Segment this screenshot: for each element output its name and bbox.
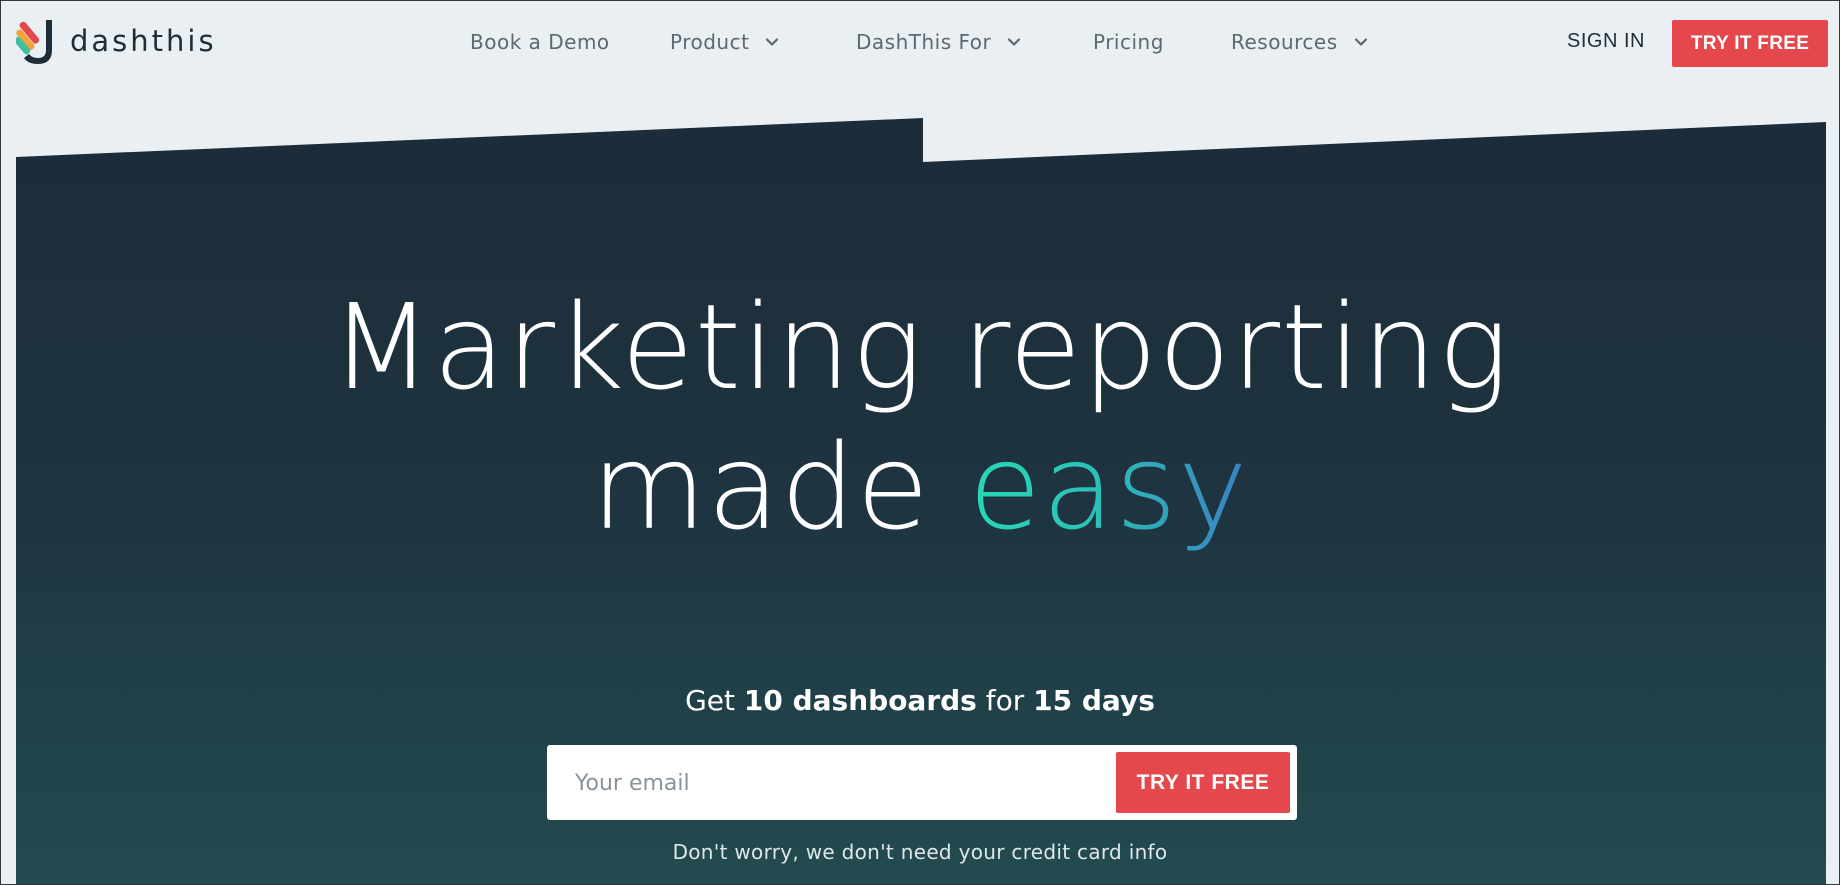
nav-product-label: Product bbox=[670, 30, 750, 54]
offer-days: 15 days bbox=[1033, 684, 1155, 717]
nav-pricing[interactable]: Pricing bbox=[1093, 30, 1164, 54]
offer-middle: for bbox=[976, 684, 1034, 717]
offer-text: Get 10 dashboards for 15 days bbox=[0, 684, 1840, 717]
logo-mark-icon bbox=[16, 20, 52, 64]
chevron-down-icon bbox=[1008, 38, 1021, 46]
offer-dashboards: 10 dashboards bbox=[743, 684, 977, 717]
nav-pricing-label: Pricing bbox=[1093, 30, 1164, 54]
nav-product[interactable]: Product bbox=[670, 30, 779, 54]
nav-book-demo-label: Book a Demo bbox=[470, 30, 610, 54]
top-navigation: dashthis Book a Demo Product DashThis Fo… bbox=[0, 0, 1840, 90]
nav-resources-label: Resources bbox=[1231, 30, 1338, 54]
nav-dashthis-for-label: DashThis For bbox=[856, 30, 992, 54]
hero-headline-line1: Marketing reporting bbox=[330, 278, 1510, 416]
logo[interactable]: dashthis bbox=[16, 14, 217, 68]
hero-headline-line2: made easy bbox=[0, 418, 1840, 556]
email-input[interactable] bbox=[573, 745, 1077, 822]
signup-form: TRY IT FREE bbox=[547, 745, 1297, 822]
headline-made: made bbox=[591, 418, 969, 556]
try-it-free-form-button[interactable]: TRY IT FREE bbox=[1116, 752, 1290, 813]
hero-section: Marketing reporting made easy Get 10 das… bbox=[0, 0, 1840, 885]
logo-text: dashthis bbox=[70, 24, 217, 58]
offer-prefix: Get bbox=[685, 684, 744, 717]
sign-in-link[interactable]: SIGN IN bbox=[1567, 30, 1645, 53]
credit-card-note: Don't worry, we don't need your credit c… bbox=[672, 840, 1168, 864]
headline-easy-highlight: easy bbox=[968, 418, 1249, 556]
chevron-down-icon bbox=[1354, 38, 1367, 46]
nav-resources[interactable]: Resources bbox=[1231, 30, 1368, 54]
nav-dashthis-for[interactable]: DashThis For bbox=[856, 30, 1021, 54]
nav-book-demo[interactable]: Book a Demo bbox=[470, 30, 610, 54]
chevron-down-icon bbox=[766, 38, 779, 46]
try-it-free-header-button[interactable]: TRY IT FREE bbox=[1672, 20, 1828, 67]
